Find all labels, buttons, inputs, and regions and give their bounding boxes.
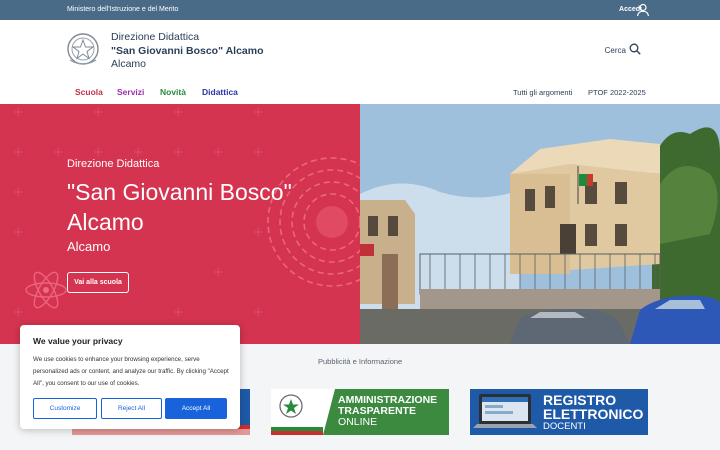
customize-button[interactable]: Customize — [33, 398, 97, 419]
banner-2-line3: ONLINE — [338, 416, 378, 428]
school-photo — [360, 104, 720, 344]
banner-3-line3: DOCENTI — [543, 421, 586, 432]
school-name-line3: Alcamo — [111, 58, 147, 70]
cookie-title: We value your privacy — [33, 336, 123, 346]
school-photo-illustration — [360, 104, 720, 344]
school-name-line2: "San Giovanni Bosco" Alcamo — [111, 44, 264, 57]
hero-subtitle: Alcamo — [67, 239, 111, 254]
hero-title-line2: Alcamo — [67, 209, 144, 235]
banner-3-line1: REGISTRO — [543, 392, 617, 408]
site-header: Direzione Didattica "San Giovanni Bosco"… — [0, 20, 720, 104]
nav-item-tutti-gli-argomenti[interactable]: Tutti gli argomenti — [513, 88, 572, 97]
reject-all-button[interactable]: Reject All — [101, 398, 162, 419]
nav-item-servizi[interactable]: Servizi — [117, 87, 144, 97]
hero-label: Direzione Didattica — [67, 158, 160, 170]
school-name-line1: Direzione Didattica — [111, 31, 200, 43]
user-icon[interactable] — [636, 3, 650, 17]
vai-alla-scuola-button[interactable]: Vai alla scuola — [67, 272, 129, 293]
nav-item-novita[interactable]: Novità — [160, 87, 186, 97]
laptop-icon — [473, 394, 537, 428]
cookie-consent-dialog: We value your privacy We use cookies to … — [20, 325, 240, 429]
republic-emblem-icon[interactable] — [66, 30, 100, 68]
hero-title: "San Giovanni Bosco" Alcamo — [67, 177, 292, 237]
registro-elettronico-text: REGISTRO ELETTRONICO DOCENTI — [543, 393, 643, 433]
nav-item-didattica[interactable]: Didattica — [202, 87, 238, 97]
search-icon[interactable] — [629, 43, 641, 55]
section-label: Pubblicità e Informazione — [318, 357, 403, 366]
nav-item-scuola[interactable]: Scuola — [75, 87, 103, 97]
cookie-text: We use cookies to enhance your browsing … — [33, 356, 229, 387]
search-label[interactable]: Cerca — [605, 46, 626, 55]
amministrazione-trasparente-text: AMMINISTRAZIONE TRASPARENTE ONLINE — [338, 395, 437, 428]
hero-panel: Direzione Didattica "San Giovanni Bosco"… — [0, 104, 360, 344]
ministry-link[interactable]: Ministero dell'Istruzione e del Merito — [67, 6, 178, 13]
accept-all-button[interactable]: Accept All — [165, 398, 227, 419]
school-name[interactable]: Direzione Didattica "San Giovanni Bosco"… — [111, 31, 264, 72]
hero-section: Direzione Didattica "San Giovanni Bosco"… — [0, 104, 720, 344]
hero-title-line1: "San Giovanni Bosco" — [67, 179, 292, 205]
amministrazione-trasparente-banner[interactable]: AMMINISTRAZIONE TRASPARENTE ONLINE — [271, 389, 449, 435]
top-bar: Ministero dell'Istruzione e del Merito A… — [0, 0, 720, 20]
registro-elettronico-banner[interactable]: REGISTRO ELETTRONICO DOCENTI — [470, 389, 648, 435]
nav-item-ptof[interactable]: PTOF 2022-2025 — [588, 88, 646, 97]
banner-3-line2: ELETTRONICO — [543, 406, 644, 422]
